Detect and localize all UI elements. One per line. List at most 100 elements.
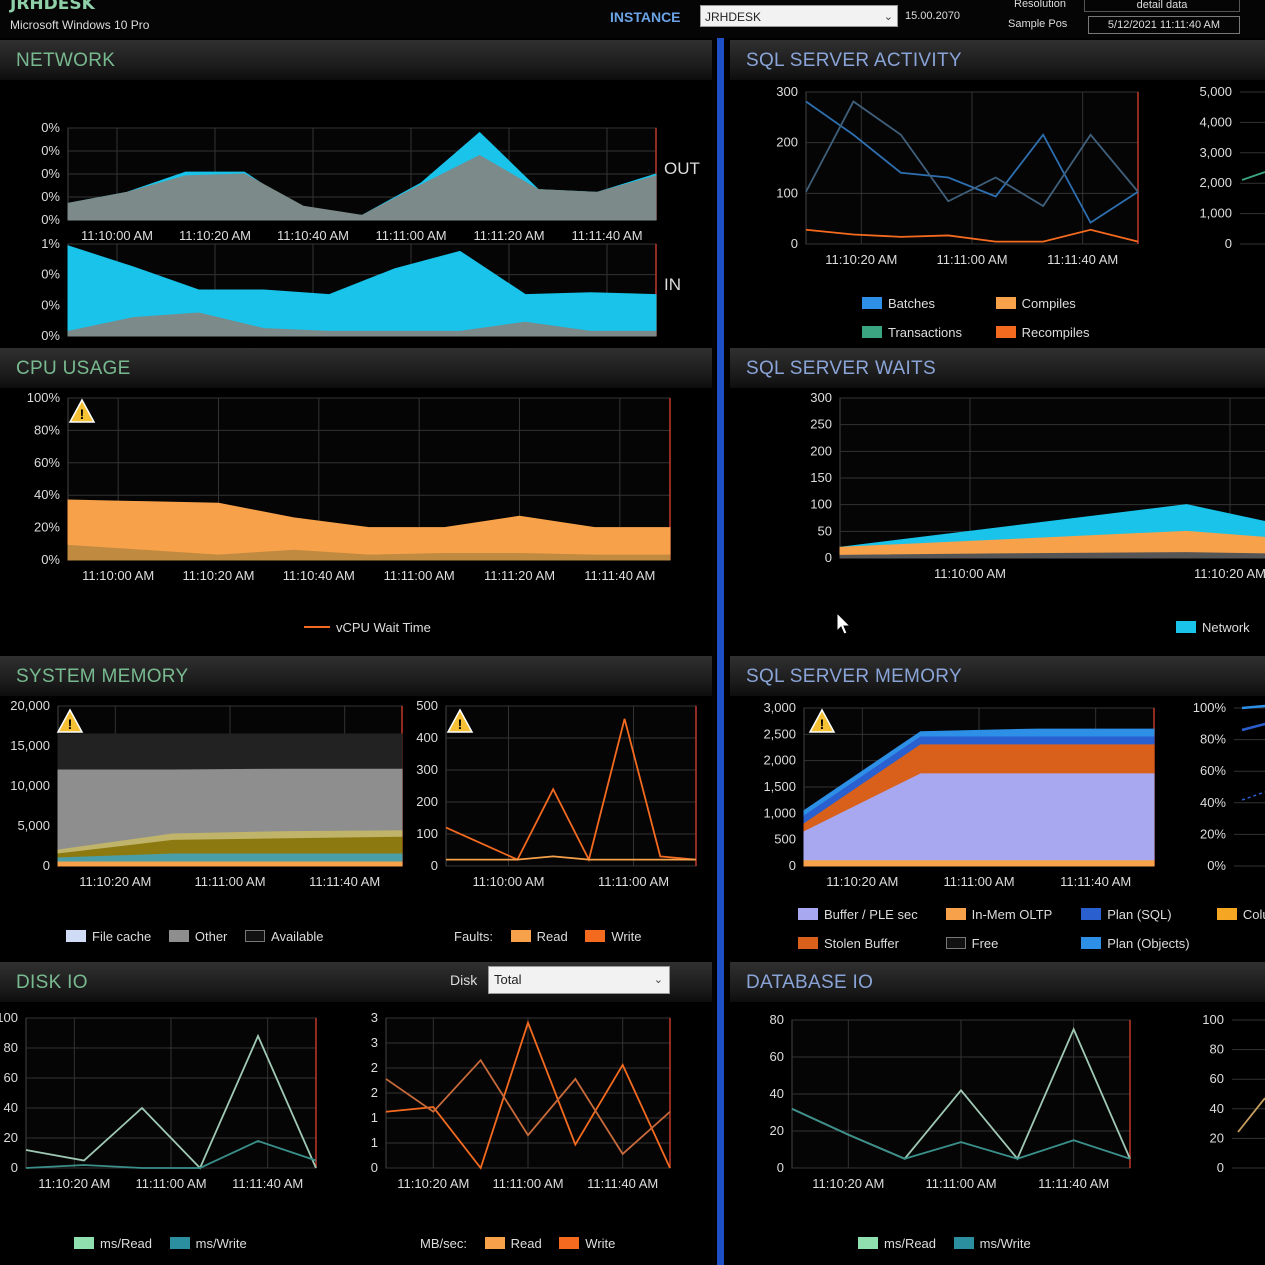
svg-text:!: !: [820, 716, 825, 732]
sample-pos-field[interactable]: 5/12/2021 11:11:40 AM: [1088, 16, 1240, 34]
y-tick-label: 0: [791, 236, 798, 251]
x-tick-label: 11:10:00 AM: [81, 344, 153, 346]
chevron-down-icon[interactable]: ⌄: [884, 6, 893, 28]
y-tick-label: 300: [776, 84, 798, 99]
x-tick-label: 11:10:00 AM: [472, 874, 544, 889]
panel-header: SQL SERVER ACTIVITY: [730, 40, 1265, 80]
panel-header: SYSTEM MEMORY: [0, 656, 712, 696]
disk-label: Disk: [450, 972, 478, 988]
y-tick-label: 40%: [1200, 795, 1226, 810]
legend-row: Transactions Recompiles: [862, 318, 1104, 346]
resolution-label: Resolution: [1014, 0, 1066, 10]
legend-swatch: [858, 1237, 878, 1249]
x-tick-label: 11:10:20 AM: [826, 874, 898, 889]
legend-swatch: [945, 908, 966, 920]
sql-waits-legend: Network: [1176, 620, 1264, 635]
x-tick-label: 11:10:40 AM: [277, 228, 349, 243]
x-tick-label: 11:10:40 AM: [277, 344, 349, 346]
y-tick-label: 1: [371, 1135, 378, 1150]
panel-title: SQL SERVER MEMORY: [746, 666, 962, 687]
system-memory-chart: 20,000 15,000 10,000 5,000 0 11:10:20 AM 11:11…: [10, 698, 697, 889]
y-tick-label: 2: [371, 1060, 378, 1075]
y-tick-label: 60%: [1200, 763, 1226, 778]
y-tick-label: 1,500: [763, 779, 796, 794]
y-tick-label: 0%: [41, 143, 60, 158]
splitter-bar[interactable]: [717, 38, 724, 1265]
legend-item: Stolen Buffer: [798, 929, 928, 958]
y-tick-label: 3: [371, 1035, 378, 1050]
panel-splitter[interactable]: [712, 38, 730, 1265]
x-tick-label: 11:10:00 AM: [81, 228, 153, 243]
x-tick-label: 11:11:00 AM: [943, 874, 1014, 889]
sql-memory-legend: Buffer / PLE sec In-Mem OLTP Plan (SQL) …: [798, 900, 1265, 958]
y-tick-label: 80: [4, 1040, 18, 1055]
y-tick-label: 400: [416, 730, 438, 745]
legend-swatch: [862, 326, 882, 338]
y-tick-label: 1,000: [1199, 206, 1232, 221]
mbsec-label: MB/sec:: [420, 1236, 467, 1251]
y-tick-label: 300: [416, 762, 438, 777]
host-name: JRHDESK: [10, 0, 95, 14]
y-tick-label: 10,000: [10, 778, 50, 793]
y-tick-label: 40: [4, 1100, 18, 1115]
y-tick-label: 100%: [27, 390, 61, 405]
y-tick-label: 100: [810, 497, 832, 512]
x-tick-label: 11:10:20 AM: [179, 228, 251, 243]
x-tick-label: 11:11:40 AM: [571, 228, 642, 243]
y-tick-label: 20%: [1200, 826, 1226, 841]
disk-throughput-legend: MB/sec: Read Write: [420, 1236, 629, 1251]
x-tick-label: 11:10:20 AM: [179, 344, 251, 346]
legend-item: ms/Read: [74, 1236, 152, 1251]
legend-label: Available: [271, 929, 324, 944]
x-tick-label: 11:11:00 AM: [492, 1176, 563, 1191]
y-tick-label: 60: [4, 1070, 18, 1085]
instance-select[interactable]: JRHDESK ⌄: [700, 5, 898, 27]
y-tick-label: 0%: [41, 328, 60, 343]
panel-title: CPU USAGE: [16, 358, 131, 379]
panel-title: SQL SERVER WAITS: [746, 358, 936, 379]
database-io-legend: ms/Read ms/Write: [858, 1236, 1045, 1251]
y-tick-label: 20: [1210, 1130, 1224, 1145]
x-tick-label: 11:10:20 AM: [812, 1176, 884, 1191]
legend-line-icon: [304, 626, 330, 628]
y-tick-label: 200: [810, 443, 832, 458]
plot-area: [445, 705, 697, 867]
legend-swatch: [1216, 908, 1237, 920]
database-io-panel: DATABASE IO 80 60 40 20 0 11:10:20 AM 11:11:00…: [730, 962, 1265, 1265]
legend-label: Write: [611, 929, 642, 944]
y-tick-label: 500: [774, 832, 796, 847]
legend-label: ms/Read: [884, 1236, 937, 1251]
y-tick-label: 100: [416, 826, 438, 841]
legend-item: Batches: [862, 289, 978, 318]
legend-swatch: [168, 930, 189, 942]
chevron-down-icon[interactable]: ⌄: [654, 967, 663, 993]
y-tick-label: 3,000: [1199, 145, 1232, 160]
x-tick-label: 11:11:20 AM: [473, 228, 544, 243]
y-tick-label: 0%: [41, 297, 60, 312]
legend-label: Compiles: [1021, 296, 1076, 311]
x-tick-label: 11:11:00 AM: [194, 874, 265, 889]
x-tick-label: 11:11:00 AM: [375, 228, 446, 243]
sample-pos-label: Sample Pos: [1008, 18, 1068, 30]
y-tick-label: 100%: [1193, 700, 1227, 715]
y-tick-label: 4,000: [1199, 114, 1232, 129]
legend-item: File cache: [66, 929, 151, 944]
x-tick-label: 11:10:20 AM: [825, 252, 897, 267]
panel-header: SQL SERVER MEMORY: [730, 656, 1265, 696]
y-tick-label: 100: [776, 185, 798, 200]
legend-label: Read: [510, 1236, 542, 1251]
sql-memory-panel: SQL SERVER MEMORY 3,000 2,500 2,000 1,500 1,…: [730, 656, 1265, 962]
resolution-select[interactable]: detail data: [1084, 0, 1240, 12]
y-tick-label: 60%: [34, 455, 60, 470]
legend-item: Write: [585, 929, 641, 944]
panel-header: SQL SERVER WAITS: [730, 348, 1265, 388]
y-tick-label: 100: [1202, 1012, 1224, 1027]
x-tick-label: 11:11:00 AM: [375, 344, 446, 346]
legend-label: Other: [194, 929, 228, 944]
legend-row: Stolen Buffer Free Plan (Objects): [798, 929, 1265, 958]
legend-swatch: [995, 297, 1016, 309]
disk-select[interactable]: Total ⌄: [488, 966, 670, 994]
y-tick-label: 80%: [34, 422, 60, 437]
y-tick-label: 200: [416, 794, 438, 809]
mouse-cursor-icon: [836, 612, 852, 635]
